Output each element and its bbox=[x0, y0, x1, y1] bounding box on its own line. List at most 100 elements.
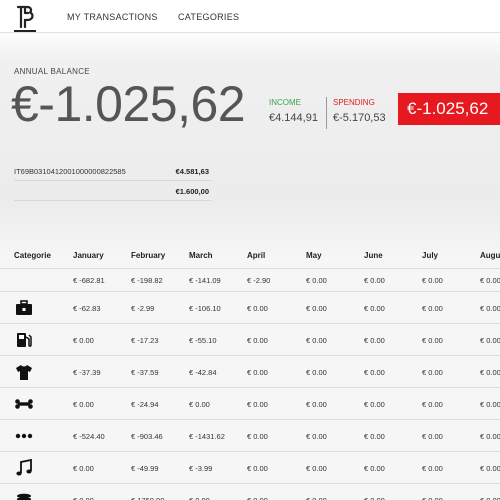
coins-icon bbox=[14, 490, 34, 500]
table-cell: € 0.00 bbox=[364, 496, 385, 500]
table-cell: € 0.00 bbox=[73, 464, 94, 473]
bone-icon bbox=[14, 394, 34, 414]
table-cell: € -524.40 bbox=[73, 432, 105, 441]
table-cell: € 0.00 bbox=[247, 496, 268, 500]
table-cell: € 0.00 bbox=[422, 276, 443, 285]
table-cell: € 0.00 bbox=[480, 304, 500, 313]
account-amount: €1.600,00 bbox=[175, 187, 209, 196]
table-cell: € -17.23 bbox=[131, 336, 159, 345]
toolbox-icon bbox=[14, 298, 34, 318]
table-row[interactable]: € 0.00 € -17.23 € -55.10 € 0.00 € 0.00 € 0.00… bbox=[0, 324, 500, 356]
table-cell: € 0.00 bbox=[422, 368, 443, 377]
table-cell: € -55.10 bbox=[189, 336, 217, 345]
table-cell: € 0.00 bbox=[189, 400, 210, 409]
table-cell: € 0.00 bbox=[480, 496, 500, 500]
table-row[interactable]: € -682.81 € -198.82 € -141.09 € -2.90 € 0.00… bbox=[0, 269, 500, 292]
table-row[interactable]: € -524.40 € -903.46 € -1431.62 € 0.00 € 0.00… bbox=[0, 420, 500, 452]
more-dots-icon bbox=[14, 426, 34, 446]
table-cell: € 0.00 bbox=[422, 336, 443, 345]
table-cell: € 0.00 bbox=[306, 368, 327, 377]
header-month[interactable]: February bbox=[131, 251, 165, 260]
table-cell: € 0.00 bbox=[73, 336, 94, 345]
table-cell: € -42.84 bbox=[189, 368, 217, 377]
table-cell: € 0.00 bbox=[247, 336, 268, 345]
table-cell: € -682.81 bbox=[73, 276, 105, 285]
table-cell: € 0.00 bbox=[247, 464, 268, 473]
table-cell: € 0.00 bbox=[73, 496, 94, 500]
table-header-row: Categorie January February March April M… bbox=[0, 240, 500, 269]
table-cell: € -141.09 bbox=[189, 276, 221, 285]
header-month[interactable]: April bbox=[247, 251, 265, 260]
table-cell: € 0.00 bbox=[306, 432, 327, 441]
nav-my-transactions[interactable]: MY TRANSACTIONS bbox=[67, 12, 158, 22]
table-row[interactable]: € 0.00 € -49.99 € -3.99 € 0.00 € 0.00 € 0.00 €… bbox=[0, 452, 500, 484]
category-month-table: Categorie January February March April M… bbox=[0, 240, 500, 500]
table-cell: € 0.00 bbox=[247, 400, 268, 409]
table-cell: € 0.00 bbox=[480, 400, 500, 409]
annual-balance-value: €-1.025,62 bbox=[11, 76, 246, 132]
header-category[interactable]: Categorie bbox=[14, 251, 51, 260]
table-cell: € 0.00 bbox=[364, 276, 385, 285]
table-cell: € -3.99 bbox=[189, 464, 213, 473]
table-cell: € -1431.62 bbox=[189, 432, 225, 441]
table-cell: € 0.00 bbox=[306, 336, 327, 345]
header-month[interactable]: May bbox=[306, 251, 322, 260]
header-month[interactable]: June bbox=[364, 251, 383, 260]
table-cell: € 0.00 bbox=[306, 304, 327, 313]
table-cell: € 0.00 bbox=[480, 276, 500, 285]
table-cell: € 0.00 bbox=[364, 432, 385, 441]
spending-value: €-5.170,53 bbox=[333, 112, 386, 124]
table-cell: € -198.82 bbox=[131, 276, 163, 285]
table-cell: € 0.00 bbox=[364, 464, 385, 473]
table-cell: € -106.10 bbox=[189, 304, 221, 313]
table-cell: € -37.39 bbox=[73, 368, 101, 377]
table-cell: € -62.83 bbox=[73, 304, 101, 313]
table-cell: € 0.00 bbox=[306, 496, 327, 500]
table-cell: € 0.00 bbox=[247, 368, 268, 377]
brand-logo[interactable] bbox=[14, 4, 36, 32]
table-cell: € 0.00 bbox=[422, 400, 443, 409]
table-cell: € 0.00 bbox=[73, 400, 94, 409]
table-cell: € 0.00 bbox=[364, 368, 385, 377]
spending-label: SPENDING bbox=[333, 98, 375, 107]
header-month[interactable]: January bbox=[73, 251, 104, 260]
table-cell: € -24.94 bbox=[131, 400, 159, 409]
table-cell: € 0.00 bbox=[306, 400, 327, 409]
nav-categories[interactable]: CATEGORIES bbox=[178, 12, 239, 22]
table-row[interactable]: € -37.39 € -37.59 € -42.84 € 0.00 € 0.00 € 0.… bbox=[0, 356, 500, 388]
table-cell: € -2.99 bbox=[131, 304, 155, 313]
table-cell: € 0.00 bbox=[247, 304, 268, 313]
music-note-icon bbox=[14, 458, 34, 478]
table-cell: € 0.00 bbox=[247, 432, 268, 441]
table-cell: € -2.90 bbox=[247, 276, 271, 285]
header-month[interactable]: July bbox=[422, 251, 438, 260]
table-cell: € 0.00 bbox=[422, 432, 443, 441]
account-row[interactable]: €1.600,00 bbox=[14, 181, 211, 201]
divider bbox=[326, 97, 327, 129]
table-cell: € 0.00 bbox=[364, 336, 385, 345]
table-cell: € 0.00 bbox=[480, 336, 500, 345]
table-cell: € 0.00 bbox=[480, 432, 500, 441]
header-month[interactable]: Augu bbox=[480, 251, 500, 260]
top-navbar: MY TRANSACTIONS CATEGORIES bbox=[0, 0, 500, 33]
table-body: € -682.81 € -198.82 € -141.09 € -2.90 € 0.00… bbox=[0, 269, 500, 500]
account-iban: IT69B0310412001000000822585 bbox=[14, 167, 126, 176]
table-cell: € 0.00 bbox=[364, 304, 385, 313]
table-cell: € 0.00 bbox=[422, 496, 443, 500]
income-label: INCOME bbox=[269, 98, 301, 107]
tshirt-icon bbox=[14, 362, 34, 382]
table-cell: € 1750.00 bbox=[131, 496, 164, 500]
logo-icon bbox=[16, 5, 34, 29]
table-cell: € 0.00 bbox=[480, 464, 500, 473]
header-month[interactable]: March bbox=[189, 251, 213, 260]
table-row[interactable]: € -62.83 € -2.99 € -106.10 € 0.00 € 0.00 € 0.… bbox=[0, 292, 500, 324]
table-cell: € 0.00 bbox=[422, 304, 443, 313]
table-cell: € -903.46 bbox=[131, 432, 163, 441]
table-row[interactable]: € 0.00 € -24.94 € 0.00 € 0.00 € 0.00 € 0.00 € … bbox=[0, 388, 500, 420]
account-row[interactable]: IT69B0310412001000000822585 €4.581,63 bbox=[14, 161, 211, 181]
table-cell: € -37.59 bbox=[131, 368, 159, 377]
table-cell: € 0.00 bbox=[422, 464, 443, 473]
table-cell: € 0.00 bbox=[480, 368, 500, 377]
table-row[interactable]: € 0.00 € 1750.00 € 0.00 € 0.00 € 0.00 € 0.00 €… bbox=[0, 484, 500, 500]
table-cell: € 0.00 bbox=[306, 464, 327, 473]
